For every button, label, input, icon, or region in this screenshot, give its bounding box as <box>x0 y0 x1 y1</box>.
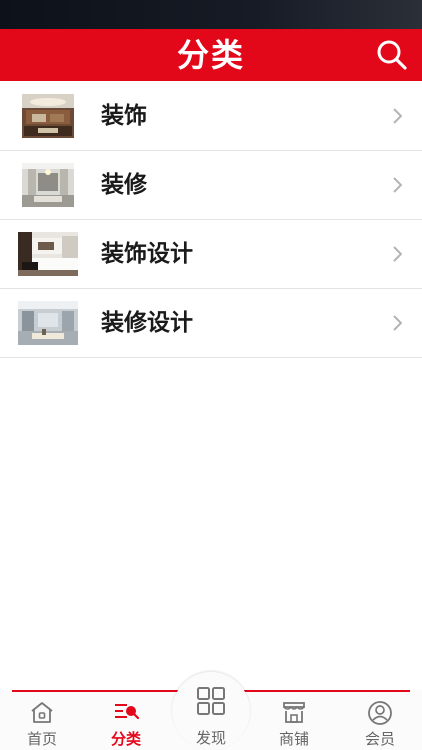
category-label: 装饰设计 <box>101 241 193 267</box>
category-row-decoration[interactable]: 装饰 <box>0 82 422 151</box>
grid-icon <box>197 687 225 715</box>
tab-member[interactable]: 会员 <box>338 690 422 750</box>
category-label: 装饰 <box>101 103 147 129</box>
tab-label: 商铺 <box>278 730 309 748</box>
app-header: 分类 <box>0 29 422 81</box>
tab-discover[interactable]: 发现 <box>172 672 250 750</box>
category-list: 装饰 装修 装饰设计 装修设计 <box>0 82 422 358</box>
search-icon[interactable] <box>374 37 410 73</box>
tab-category[interactable]: 分类 <box>84 690 168 750</box>
category-icon <box>115 704 140 720</box>
tab-home[interactable]: 首页 <box>0 690 84 750</box>
category-thumbnail-image <box>22 94 74 138</box>
tab-label: 首页 <box>26 730 57 748</box>
category-row-decoration-design[interactable]: 装饰设计 <box>0 220 422 289</box>
chevron-right-icon <box>393 177 402 193</box>
chevron-right-icon <box>393 108 402 124</box>
category-label: 装修设计 <box>101 310 193 336</box>
page-title: 分类 <box>176 36 245 74</box>
category-label: 装修 <box>101 172 147 198</box>
tab-label: 发现 <box>195 729 226 747</box>
chevron-right-icon <box>393 315 402 331</box>
tab-shop[interactable]: 商铺 <box>252 690 336 750</box>
chevron-right-icon <box>393 246 402 262</box>
tab-label: 会员 <box>364 730 395 748</box>
category-thumbnail-image <box>18 301 78 345</box>
category-thumbnail-image <box>18 232 78 276</box>
status-bar <box>0 0 422 29</box>
shop-icon <box>283 702 305 723</box>
home-icon <box>31 702 53 723</box>
tab-label: 分类 <box>110 730 141 748</box>
category-thumbnail-image <box>22 163 74 207</box>
user-icon <box>368 701 392 725</box>
category-row-renovation-design[interactable]: 装修设计 <box>0 289 422 358</box>
category-row-renovation[interactable]: 装修 <box>0 151 422 220</box>
